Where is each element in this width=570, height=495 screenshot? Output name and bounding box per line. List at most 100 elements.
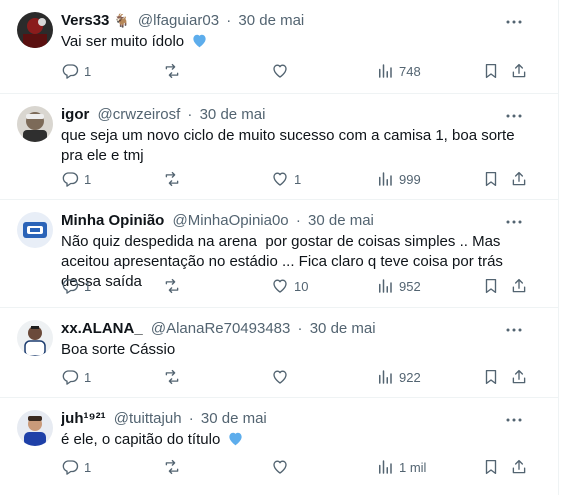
views-button[interactable]: 999 — [376, 169, 421, 189]
reply-icon — [62, 279, 79, 294]
user-handle[interactable]: @MinhaOpinia0o — [173, 212, 289, 229]
like-count: 1 — [294, 171, 302, 187]
share-button[interactable] — [510, 61, 528, 81]
like-count: 10 — [294, 278, 309, 294]
like-button[interactable] — [271, 367, 294, 387]
separator-dot: · — [187, 106, 193, 123]
share-icon — [512, 171, 526, 186]
tweet-text-content: Vai ser muito ídolo — [61, 33, 185, 50]
display-name[interactable]: Minha Opinião — [61, 212, 164, 229]
tweet-date[interactable]: 30 de mai — [200, 106, 266, 123]
bookmark-icon — [485, 171, 497, 187]
tweet-actions: 1 10 952 — [61, 276, 533, 296]
user-handle[interactable]: @AlanaRe70493483 — [151, 320, 291, 337]
tweet-date[interactable]: 30 de mai — [201, 410, 267, 427]
retweet-icon — [165, 63, 179, 79]
display-name[interactable]: igor — [61, 106, 89, 123]
share-button[interactable] — [510, 169, 528, 189]
tweet-actions: 1 748 — [61, 61, 533, 81]
reply-button[interactable]: 1 — [61, 276, 91, 296]
views-button[interactable]: 952 — [376, 276, 421, 296]
tweet-date[interactable]: 30 de mai — [308, 212, 374, 229]
avatar[interactable] — [17, 212, 53, 248]
user-handle[interactable]: @tuittajuh — [114, 410, 182, 427]
views-button[interactable]: 1 mil — [376, 457, 426, 477]
reply-count: 1 — [84, 369, 92, 385]
retweet-button[interactable] — [163, 61, 186, 81]
more-icon[interactable] — [504, 106, 524, 126]
tweet[interactable]: igor @crwzeirosf · 30 de mai que seja um… — [0, 94, 558, 200]
display-name[interactable]: xx.ALANA_ — [61, 320, 143, 337]
more-icon[interactable] — [504, 212, 524, 232]
views-button[interactable]: 748 — [376, 61, 421, 81]
tweet-text-content: que seja um novo ciclo de muito sucesso … — [61, 127, 515, 164]
like-button[interactable]: 10 — [271, 276, 308, 296]
separator-dot: · — [297, 320, 303, 337]
retweet-button[interactable] — [163, 169, 186, 189]
tweet-text: é ele, o capitão do título — [61, 430, 531, 452]
reply-button[interactable]: 1 — [61, 169, 91, 189]
tweet-text: que seja um novo ciclo de muito sucesso … — [61, 126, 531, 166]
views-icon — [379, 172, 392, 186]
tweet-text-content: Boa sorte Cássio — [61, 341, 176, 358]
avatar[interactable] — [17, 320, 53, 356]
reply-button[interactable]: 1 — [61, 367, 91, 387]
blue-heart-emoji — [191, 33, 208, 54]
bookmark-button[interactable] — [482, 61, 500, 81]
more-icon[interactable] — [504, 12, 524, 32]
tweet-text: Boa sorte Cássio — [61, 340, 531, 360]
view-count: 1 mil — [399, 459, 427, 475]
separator-dot: · — [226, 12, 232, 29]
user-handle[interactable]: @crwzeirosf — [98, 106, 181, 123]
avatar[interactable] — [17, 106, 53, 142]
views-icon — [379, 64, 392, 78]
retweet-icon — [165, 459, 179, 475]
retweet-button[interactable] — [163, 276, 186, 296]
column-border — [558, 0, 559, 495]
view-count: 999 — [399, 171, 421, 187]
bookmark-button[interactable] — [482, 367, 500, 387]
tweet[interactable]: Minha Opinião @MinhaOpinia0o · 30 de mai… — [0, 200, 558, 308]
display-name[interactable]: Vers33 — [61, 12, 109, 29]
heart-icon — [273, 370, 287, 384]
tweet-date[interactable]: 30 de mai — [238, 12, 304, 29]
avatar[interactable] — [17, 410, 53, 446]
share-icon — [512, 459, 526, 474]
views-button[interactable]: 922 — [376, 367, 421, 387]
tweet[interactable]: xx.ALANA_ @AlanaRe70493483 · 30 de mai B… — [0, 308, 558, 398]
reply-count: 1 — [84, 63, 92, 79]
like-button[interactable] — [271, 61, 294, 81]
share-button[interactable] — [510, 367, 528, 387]
more-icon[interactable] — [504, 410, 524, 430]
reply-icon — [62, 172, 79, 187]
tweet-actions: 1 1 mil — [61, 457, 533, 477]
bookmark-button[interactable] — [482, 457, 500, 477]
bookmark-button[interactable] — [482, 169, 500, 189]
like-button[interactable] — [271, 457, 294, 477]
more-icon[interactable] — [504, 320, 524, 340]
bookmark-button[interactable] — [482, 276, 500, 296]
display-name[interactable]: juh¹⁹²¹ — [61, 410, 106, 427]
reply-icon — [62, 460, 79, 475]
share-button[interactable] — [510, 457, 528, 477]
retweet-button[interactable] — [163, 457, 186, 477]
separator-dot: · — [188, 410, 194, 427]
share-button[interactable] — [510, 276, 528, 296]
reply-button[interactable]: 1 — [61, 457, 91, 477]
views-icon — [379, 279, 392, 293]
avatar[interactable] — [17, 12, 53, 48]
views-icon — [379, 370, 392, 384]
tweet-date[interactable]: 30 de mai — [310, 320, 376, 337]
user-handle[interactable]: @lfaguiar03 — [138, 12, 219, 29]
reply-button[interactable]: 1 — [61, 61, 91, 81]
tweet[interactable]: Vers33 🐐 @lfaguiar03 · 30 de mai Vai ser… — [0, 0, 558, 94]
tweet[interactable]: juh¹⁹²¹ @tuittajuh · 30 de mai é ele, o … — [0, 398, 558, 495]
retweet-icon — [165, 369, 179, 385]
separator-dot: · — [295, 212, 301, 229]
view-count: 952 — [399, 278, 421, 294]
heart-icon — [273, 172, 287, 186]
bookmark-icon — [485, 63, 497, 79]
like-button[interactable]: 1 — [271, 169, 301, 189]
retweet-button[interactable] — [163, 367, 186, 387]
share-icon — [512, 278, 526, 293]
